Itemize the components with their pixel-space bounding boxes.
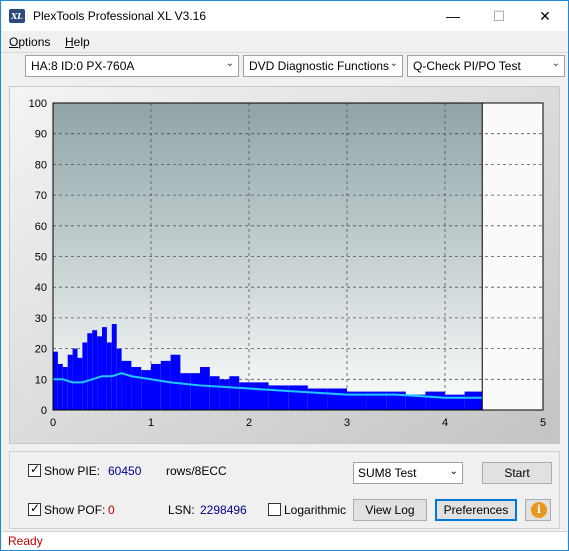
status-text: Ready — [8, 534, 43, 548]
pie-bar — [111, 324, 117, 410]
pie-bar — [239, 382, 249, 410]
y-tick-label: 30 — [35, 313, 47, 325]
lsn-value: 2298496 — [200, 503, 247, 517]
chevron-down-icon: ⌄ — [389, 58, 398, 69]
test-select[interactable]: Q-Check PI/PO Test ⌄ — [407, 55, 565, 77]
test-select-value: Q-Check PI/PO Test — [413, 59, 521, 73]
menu-help-accel: H — [65, 35, 74, 49]
pie-bar — [82, 342, 88, 410]
pie-bar — [327, 388, 347, 410]
title-bar[interactable]: XL PlexTools Professional XL V3.16 — ☐ ✕ — [1, 1, 568, 31]
menu-separator — [1, 52, 568, 53]
y-tick-label: 20 — [35, 344, 47, 356]
app-window: XL PlexTools Professional XL V3.16 — ☐ ✕… — [0, 0, 569, 551]
y-tick-label: 100 — [29, 98, 47, 110]
pie-bar — [116, 348, 122, 410]
chart-canvas: 0 10 20 30 40 50 60 70 80 90 100 0 1 2 3 4 5 — [29, 98, 546, 429]
sum8-test-select[interactable]: SUM8 Test ⌄ — [353, 462, 463, 484]
y-tick-label: 50 — [35, 252, 47, 264]
y-tick-label: 10 — [35, 374, 47, 386]
pie-bar — [209, 376, 220, 410]
pie-bar — [72, 348, 78, 410]
show-pie-label: Show PIE: — [44, 464, 101, 478]
pie-bar — [160, 360, 171, 410]
pie-bar — [249, 382, 269, 410]
menu-help[interactable]: Help — [65, 35, 90, 49]
y-tick-label: 0 — [41, 405, 47, 417]
pie-bar — [102, 327, 107, 410]
pie-bar — [87, 333, 93, 410]
pie-bar — [62, 367, 68, 410]
show-pie-checkbox[interactable]: ✓ — [28, 462, 41, 477]
preferences-button[interactable]: Preferences — [435, 499, 517, 521]
logarithmic-label: Logarithmic — [284, 503, 347, 517]
minimize-button[interactable]: — — [430, 1, 476, 31]
chevron-down-icon: ⌄ — [551, 58, 560, 69]
logarithmic-checkbox[interactable] — [268, 503, 281, 516]
pie-bar — [288, 385, 308, 410]
menu-help-rest: elp — [73, 35, 90, 49]
pie-bar — [464, 391, 483, 410]
y-tick-label: 90 — [35, 129, 47, 141]
app-logo-icon: XL — [9, 9, 25, 23]
x-tick-label: 2 — [246, 417, 252, 429]
function-select[interactable]: DVD Diagnostic Functions ⌄ — [243, 55, 403, 77]
y-tick-label: 40 — [35, 282, 47, 294]
pie-bar — [151, 363, 161, 410]
view-log-button[interactable]: View Log — [353, 499, 427, 521]
x-tick-label: 3 — [344, 417, 350, 429]
chevron-down-icon: ⌄ — [449, 466, 458, 477]
chevron-down-icon: ⌄ — [225, 58, 234, 69]
lsn-label: LSN: — [168, 503, 195, 517]
pie-bar — [77, 357, 83, 410]
status-bar: Ready — [2, 531, 567, 550]
maximize-button[interactable]: ☐ — [476, 1, 522, 31]
show-pof-label: Show POF: — [44, 503, 106, 517]
pie-bar — [425, 391, 445, 410]
window-title: PlexTools Professional XL V3.16 — [33, 9, 206, 23]
pof-value: 0 — [108, 503, 115, 517]
sum8-test-value: SUM8 Test — [358, 466, 417, 480]
show-pof-checkbox[interactable]: ✓ — [28, 501, 41, 516]
x-tick-label: 5 — [540, 417, 546, 429]
menu-options[interactable]: Options — [9, 35, 50, 49]
pie-value: 60450 — [108, 464, 142, 478]
x-tick-label: 4 — [442, 417, 448, 429]
drive-select[interactable]: HA:8 ID:0 PX-760A ⌄ — [25, 55, 239, 77]
x-tick-label: 1 — [148, 417, 154, 429]
y-tick-label: 70 — [35, 190, 47, 202]
menu-options-rest: ptions — [18, 35, 51, 49]
pie-bar — [97, 336, 102, 410]
control-panel: ✓ Show PIE: 60450 rows/8ECC SUM8 Test ⌄ … — [9, 451, 560, 529]
pie-bar — [53, 351, 58, 410]
start-button[interactable]: Start — [482, 462, 552, 484]
check-icon: ✓ — [30, 501, 41, 515]
y-tick-label: 80 — [35, 159, 47, 171]
info-button[interactable]: i — [525, 499, 551, 521]
pie-bar — [200, 367, 210, 410]
pie-bar — [121, 360, 132, 410]
menu-options-accel: O — [9, 35, 19, 49]
pie-bar — [180, 373, 191, 410]
pie-bar — [219, 379, 230, 410]
pie-bar — [190, 373, 200, 410]
drive-select-value: HA:8 ID:0 PX-760A — [31, 59, 135, 73]
pie-bar — [57, 363, 63, 410]
y-tick-label: 60 — [35, 221, 47, 233]
x-tick-label: 0 — [50, 417, 56, 429]
pie-bar — [229, 376, 240, 410]
pie-bar — [131, 367, 142, 410]
check-icon: ✓ — [30, 462, 41, 476]
rows-unit-label: rows/8ECC — [166, 464, 227, 478]
menu-bar: Options Help — [1, 32, 568, 52]
info-icon: i — [531, 502, 547, 518]
pipo-chart: 0 10 20 30 40 50 60 70 80 90 100 0 1 2 3 4 5 — [9, 86, 560, 444]
function-select-value: DVD Diagnostic Functions — [249, 59, 390, 73]
close-button[interactable]: ✕ — [522, 1, 568, 31]
pie-bar — [92, 330, 98, 410]
pie-bar — [141, 370, 151, 410]
